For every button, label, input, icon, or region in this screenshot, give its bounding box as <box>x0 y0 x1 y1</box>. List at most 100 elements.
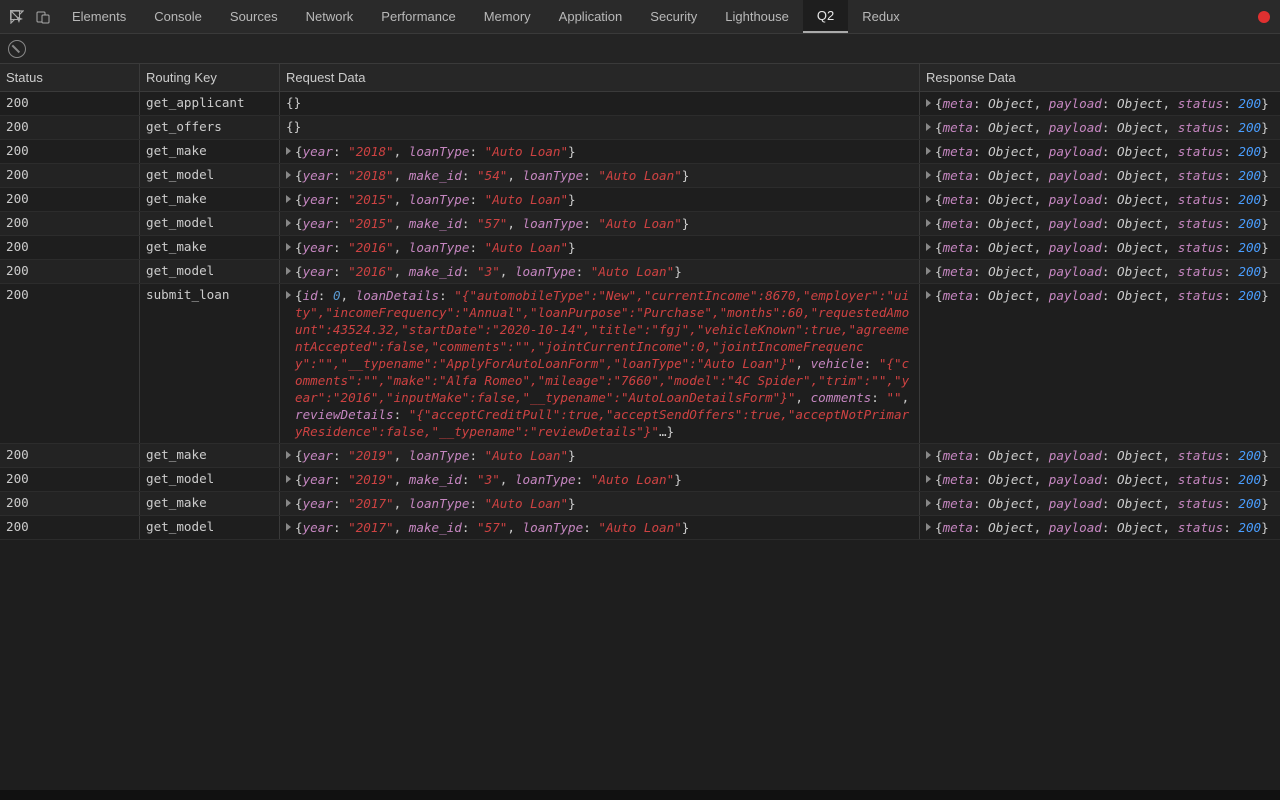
col-header-status[interactable]: Status <box>0 64 140 91</box>
col-header-request[interactable]: Request Data <box>280 64 920 91</box>
expand-icon[interactable] <box>286 499 291 507</box>
cell-request-data[interactable]: {} <box>280 92 920 115</box>
cell-request-data[interactable]: {year: "2019", loanType: "Auto Loan"} <box>280 444 920 467</box>
cell-response-data[interactable]: {meta: Object, payload: Object, status: … <box>920 468 1280 491</box>
table-row[interactable]: 200get_offers{}{meta: Object, payload: O… <box>0 116 1280 140</box>
cell-response-data[interactable]: {meta: Object, payload: Object, status: … <box>920 236 1280 259</box>
cell-request-data[interactable]: {year: "2018", loanType: "Auto Loan"} <box>280 140 920 163</box>
expand-icon[interactable] <box>926 523 931 531</box>
cell-routing-key: get_make <box>140 444 280 467</box>
cell-request-data[interactable]: {year: "2016", loanType: "Auto Loan"} <box>280 236 920 259</box>
cell-response-data[interactable]: {meta: Object, payload: Object, status: … <box>920 260 1280 283</box>
table-row[interactable]: 200get_model{year: "2019", make_id: "3",… <box>0 468 1280 492</box>
expand-icon[interactable] <box>286 523 291 531</box>
expand-icon[interactable] <box>286 147 291 155</box>
device-toggle-icon[interactable] <box>32 6 54 28</box>
tab-lighthouse[interactable]: Lighthouse <box>711 0 803 33</box>
cell-response-data[interactable]: {meta: Object, payload: Object, status: … <box>920 116 1280 139</box>
cell-request-data[interactable]: {year: "2017", loanType: "Auto Loan"} <box>280 492 920 515</box>
table-row[interactable]: 200submit_loan{id: 0, loanDetails: "{"au… <box>0 284 1280 444</box>
expand-icon[interactable] <box>926 99 931 107</box>
devtools-panel: ElementsConsoleSourcesNetworkPerformance… <box>0 0 1280 800</box>
table-row[interactable]: 200get_make{year: "2017", loanType: "Aut… <box>0 492 1280 516</box>
panel-toolbar <box>0 34 1280 64</box>
expand-icon[interactable] <box>926 475 931 483</box>
col-header-routing-key[interactable]: Routing Key <box>140 64 280 91</box>
cell-response-data[interactable]: {meta: Object, payload: Object, status: … <box>920 164 1280 187</box>
cell-request-data[interactable]: {year: "2015", loanType: "Auto Loan"} <box>280 188 920 211</box>
cell-routing-key: submit_loan <box>140 284 280 443</box>
cell-status: 200 <box>0 188 140 211</box>
expand-icon[interactable] <box>926 147 931 155</box>
tab-sources[interactable]: Sources <box>216 0 292 33</box>
table-row[interactable]: 200get_model{year: "2016", make_id: "3",… <box>0 260 1280 284</box>
cell-response-data[interactable]: {meta: Object, payload: Object, status: … <box>920 92 1280 115</box>
cell-request-data[interactable]: {year: "2017", make_id: "57", loanType: … <box>280 516 920 539</box>
cell-request-data[interactable]: {year: "2016", make_id: "3", loanType: "… <box>280 260 920 283</box>
expand-icon[interactable] <box>286 171 291 179</box>
expand-icon[interactable] <box>926 195 931 203</box>
expand-icon[interactable] <box>926 171 931 179</box>
expand-icon[interactable] <box>286 267 291 275</box>
top-tab-bar: ElementsConsoleSourcesNetworkPerformance… <box>0 0 1280 34</box>
cell-routing-key: get_model <box>140 468 280 491</box>
expand-icon[interactable] <box>926 499 931 507</box>
cell-status: 200 <box>0 164 140 187</box>
expand-icon[interactable] <box>286 475 291 483</box>
cell-response-data[interactable]: {meta: Object, payload: Object, status: … <box>920 284 1280 443</box>
cell-status: 200 <box>0 444 140 467</box>
table-row[interactable]: 200get_make{year: "2015", loanType: "Aut… <box>0 188 1280 212</box>
cell-routing-key: get_model <box>140 212 280 235</box>
data-panel: Status Routing Key Request Data Response… <box>0 64 1280 790</box>
inspect-icon[interactable] <box>6 6 28 28</box>
clear-log-icon[interactable] <box>8 40 26 58</box>
cell-routing-key: get_model <box>140 164 280 187</box>
expand-icon[interactable] <box>286 291 291 299</box>
expand-icon[interactable] <box>286 195 291 203</box>
cell-response-data[interactable]: {meta: Object, payload: Object, status: … <box>920 188 1280 211</box>
footer-bar <box>0 790 1280 800</box>
error-indicator-icon[interactable] <box>1258 11 1270 23</box>
cell-response-data[interactable]: {meta: Object, payload: Object, status: … <box>920 492 1280 515</box>
cell-response-data[interactable]: {meta: Object, payload: Object, status: … <box>920 444 1280 467</box>
cell-request-data[interactable]: {year: "2015", make_id: "57", loanType: … <box>280 212 920 235</box>
cell-request-data[interactable]: {id: 0, loanDetails: "{"automobileType":… <box>280 284 920 443</box>
cell-request-data[interactable]: {year: "2018", make_id: "54", loanType: … <box>280 164 920 187</box>
cell-request-data[interactable]: {} <box>280 116 920 139</box>
tab-memory[interactable]: Memory <box>470 0 545 33</box>
tab-performance[interactable]: Performance <box>367 0 469 33</box>
expand-icon[interactable] <box>926 243 931 251</box>
tab-security[interactable]: Security <box>636 0 711 33</box>
col-header-response[interactable]: Response Data <box>920 64 1280 91</box>
cell-response-data[interactable]: {meta: Object, payload: Object, status: … <box>920 140 1280 163</box>
expand-icon[interactable] <box>926 123 931 131</box>
table-row[interactable]: 200get_make{year: "2018", loanType: "Aut… <box>0 140 1280 164</box>
cell-response-data[interactable]: {meta: Object, payload: Object, status: … <box>920 516 1280 539</box>
table-row[interactable]: 200get_make{year: "2016", loanType: "Aut… <box>0 236 1280 260</box>
cell-routing-key: get_applicant <box>140 92 280 115</box>
cell-routing-key: get_make <box>140 188 280 211</box>
cell-routing-key: get_model <box>140 516 280 539</box>
expand-icon[interactable] <box>926 267 931 275</box>
tab-redux[interactable]: Redux <box>848 0 914 33</box>
table-row[interactable]: 200get_applicant{}{meta: Object, payload… <box>0 92 1280 116</box>
tab-network[interactable]: Network <box>292 0 368 33</box>
table-row[interactable]: 200get_model{year: "2017", make_id: "57"… <box>0 516 1280 540</box>
expand-icon[interactable] <box>286 219 291 227</box>
expand-icon[interactable] <box>286 451 291 459</box>
expand-icon[interactable] <box>926 451 931 459</box>
tab-elements[interactable]: Elements <box>58 0 140 33</box>
cell-request-data[interactable]: {year: "2019", make_id: "3", loanType: "… <box>280 468 920 491</box>
cell-response-data[interactable]: {meta: Object, payload: Object, status: … <box>920 212 1280 235</box>
cell-status: 200 <box>0 260 140 283</box>
table-row[interactable]: 200get_model{year: "2018", make_id: "54"… <box>0 164 1280 188</box>
tab-application[interactable]: Application <box>545 0 637 33</box>
table-row[interactable]: 200get_make{year: "2019", loanType: "Aut… <box>0 444 1280 468</box>
tab-console[interactable]: Console <box>140 0 216 33</box>
expand-icon[interactable] <box>926 219 931 227</box>
cell-status: 200 <box>0 212 140 235</box>
expand-icon[interactable] <box>926 291 931 299</box>
table-row[interactable]: 200get_model{year: "2015", make_id: "57"… <box>0 212 1280 236</box>
expand-icon[interactable] <box>286 243 291 251</box>
tab-q2[interactable]: Q2 <box>803 0 848 33</box>
